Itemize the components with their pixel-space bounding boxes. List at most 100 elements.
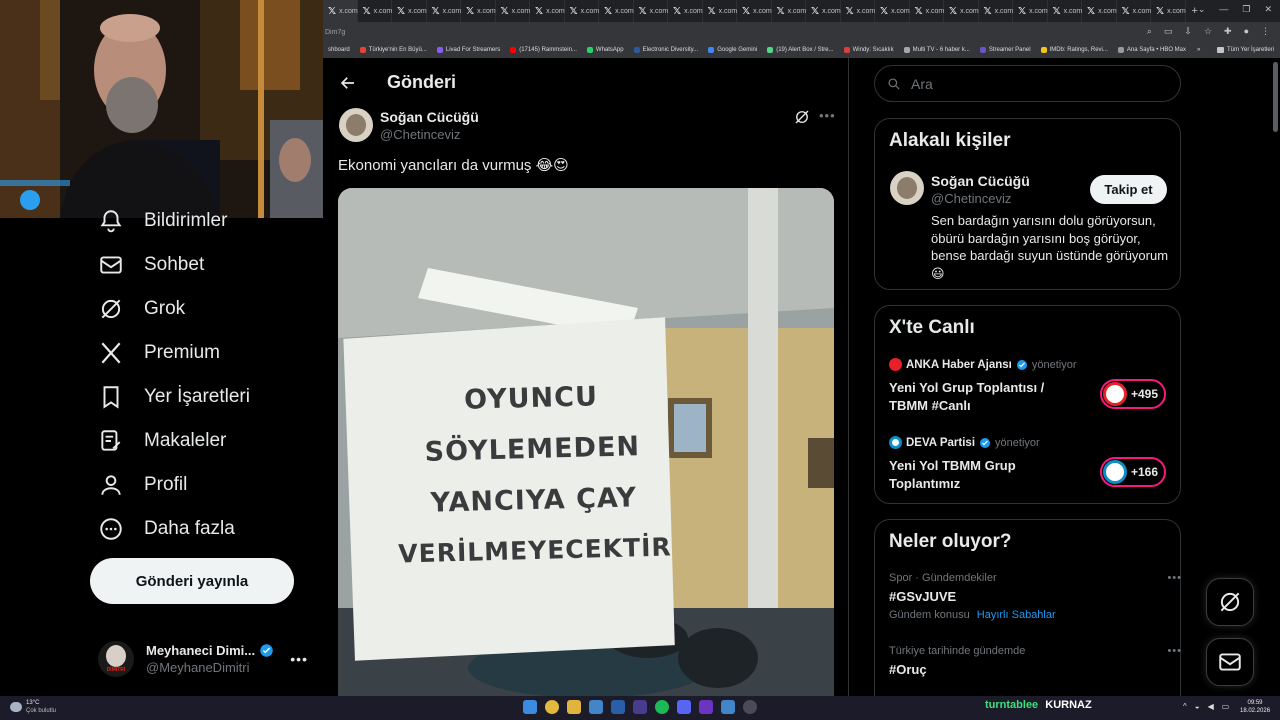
related-handle[interactable]: @Chetinceviz — [931, 191, 1011, 206]
browser-tab[interactable]: 𝕏x.com — [358, 0, 392, 22]
battery-icon[interactable]: ▭ — [1222, 702, 1230, 711]
bookmark-item[interactable]: Ana Sayfa • HBO Max — [1113, 47, 1191, 53]
start-icon[interactable] — [523, 700, 537, 714]
browser-tab[interactable]: 𝕏x.com — [1151, 0, 1186, 22]
browser-tab[interactable]: 𝕏x.com — [979, 0, 1013, 22]
related-name[interactable]: Soğan Cücüğü — [931, 173, 1030, 189]
cast-icon[interactable]: ▭ — [1164, 26, 1173, 37]
bookmark-item[interactable]: (19) Alert Box / Stre... — [762, 47, 838, 53]
browser-tab[interactable]: 𝕏x.com — [599, 0, 634, 22]
tray-chevron-icon[interactable]: ^ — [1183, 702, 1187, 711]
clock[interactable]: 09:59 18.02.2026 — [1240, 699, 1270, 715]
follow-button[interactable]: Takip et — [1090, 175, 1167, 204]
weather-widget[interactable]: 13°C Çok bulutlu — [10, 699, 56, 715]
browser-tab[interactable]: 𝕏x.com — [392, 0, 427, 22]
trend-item[interactable]: Spor · Gündemdekiler #GSvJUVE Gündem kon… — [889, 572, 1181, 621]
bookmark-item[interactable]: Livad For Streamers — [432, 47, 505, 53]
obs-icon[interactable] — [743, 700, 757, 714]
search-input[interactable]: Ara — [911, 76, 933, 92]
trend-more-icon[interactable]: ••• — [1167, 572, 1182, 584]
system-tray[interactable]: ^ ◒ ◀ ▭ — [1183, 702, 1229, 711]
extensions-icon[interactable]: ✚ — [1224, 26, 1232, 37]
post-button[interactable]: Gönderi yayınla — [90, 558, 294, 604]
browser-tab[interactable]: 𝕏x.com — [737, 0, 772, 22]
url-text[interactable]: Dim7g — [325, 29, 345, 36]
browser-tab[interactable]: 𝕏x.com — [323, 0, 358, 22]
spotify-icon[interactable] — [655, 700, 669, 714]
browser-tab[interactable]: 𝕏x.com — [910, 0, 944, 22]
live-item[interactable]: ANKA Haber Ajansı yönetiyor Yeni Yol Gru… — [889, 358, 1169, 415]
browser-tab[interactable]: 𝕏x.com — [461, 0, 496, 22]
browser-tab[interactable]: 𝕏x.com — [841, 0, 875, 22]
app-icon[interactable] — [633, 700, 647, 714]
zoom-icon[interactable]: ⌕ — [1147, 26, 1152, 37]
bookmark-item[interactable]: Türkiye'nin En Büyü... — [355, 47, 432, 53]
nav-bookmarks[interactable]: Yer İşaretleri — [98, 380, 250, 414]
nav-chat[interactable]: Sohbet — [98, 248, 204, 282]
menu-icon[interactable]: ⋮ — [1261, 26, 1270, 37]
post-image[interactable]: OYUNCU SÖYLEMEDEN YANCIYA ÇAY VERİLMEYEC… — [338, 188, 834, 696]
restore-icon[interactable]: ❐ — [1242, 4, 1250, 15]
live-listeners[interactable]: +495 — [1100, 379, 1166, 409]
network-icon[interactable]: ◒ — [1195, 702, 1200, 711]
bookmark-item[interactable]: Google Gemini — [703, 47, 762, 53]
nav-premium[interactable]: Premium — [98, 336, 220, 370]
profile-icon[interactable]: ● — [1244, 26, 1249, 37]
bookmarks-overflow[interactable]: » — [1191, 47, 1206, 53]
browser-tab[interactable]: 𝕏x.com — [806, 0, 841, 22]
browser-tab[interactable]: 𝕏x.com — [496, 0, 530, 22]
back-arrow-icon[interactable] — [339, 74, 357, 97]
bookmark-item[interactable]: Electronic Diversity... — [629, 47, 704, 53]
discord-icon[interactable] — [677, 700, 691, 714]
bookmark-item[interactable]: (17145) Rammstein... — [505, 47, 582, 53]
browser-tab[interactable]: 𝕏x.com — [530, 0, 565, 22]
browser-tab[interactable]: 𝕏x.com — [1082, 0, 1117, 22]
window-controls[interactable]: ⌄ — ❐ ✕ — [1198, 4, 1272, 15]
browser-tab[interactable]: 𝕏x.com — [944, 0, 979, 22]
minimize-icon[interactable]: — — [1219, 4, 1228, 15]
address-bar[interactable]: Dim7g ⌕ ▭ ⇩ ☆ ✚ ● ⋮ — [323, 22, 1280, 42]
post-author-name[interactable]: Soğan Cücüğü — [380, 109, 479, 125]
nav-grok[interactable]: Grok — [98, 292, 185, 326]
live-item[interactable]: DEVA Partisi yönetiyor Yeni Yol TBMM Gru… — [889, 436, 1169, 493]
bookmark-item[interactable]: WhatsApp — [582, 47, 629, 53]
nav-profile[interactable]: Profil — [98, 468, 187, 502]
app-icon[interactable] — [589, 700, 603, 714]
bookmark-item[interactable]: IMDb: Ratings, Revi... — [1036, 47, 1113, 53]
all-bookmarks[interactable]: Tüm Yer İşaretleri — [1216, 47, 1280, 53]
grok-explain-icon[interactable] — [793, 108, 811, 131]
bookmark-item[interactable]: shboard — [323, 47, 355, 53]
trend-item[interactable]: Türkiye tarihinde gündemde #Oruç ••• — [889, 645, 1181, 677]
browser-tab[interactable]: 𝕏x.com — [1048, 0, 1082, 22]
browser-tab[interactable]: 𝕏x.com — [1013, 0, 1048, 22]
account-more-icon[interactable]: ••• — [290, 651, 308, 667]
messages-float-button[interactable] — [1206, 638, 1254, 686]
browser-tab[interactable]: 𝕏x.com — [772, 0, 806, 22]
post-more-icon[interactable]: ••• — [819, 108, 836, 123]
bookmark-item[interactable]: Windy: Sıcaklık — [839, 47, 899, 53]
search-box[interactable]: Ara — [874, 65, 1181, 102]
tab-search-icon[interactable]: ⌄ — [1198, 4, 1206, 15]
chrome-icon[interactable] — [545, 700, 559, 714]
app-icon[interactable] — [699, 700, 713, 714]
volume-icon[interactable]: ◀ — [1208, 702, 1214, 711]
bookmark-item[interactable]: Multi TV - 6 haber k... — [899, 47, 975, 53]
nav-articles[interactable]: Makaleler — [98, 424, 226, 458]
scrollbar-thumb[interactable] — [1273, 62, 1278, 132]
browser-tab[interactable]: 𝕏x.com — [427, 0, 461, 22]
folder-icon[interactable] — [567, 700, 581, 714]
browser-tab[interactable]: 𝕏x.com — [668, 0, 703, 22]
nav-notifications[interactable]: Bildirimler — [98, 204, 227, 238]
browser-tab[interactable]: 𝕏x.com — [703, 0, 737, 22]
nav-more[interactable]: Daha fazla — [98, 512, 235, 546]
bookmark-item[interactable]: Streamer Panel — [975, 47, 1036, 53]
account-switcher[interactable]: DİMİTRİ Meyhaneci Dimi... @MeyhaneDimitr… — [98, 634, 308, 684]
post-author-handle[interactable]: @Chetinceviz — [380, 127, 460, 142]
bookmark-star-icon[interactable]: ☆ — [1204, 26, 1212, 37]
browser-tab[interactable]: 𝕏x.com — [634, 0, 668, 22]
browser-tab[interactable]: 𝕏x.com — [565, 0, 599, 22]
trend-more-icon[interactable]: ••• — [1167, 645, 1182, 657]
close-window-icon[interactable]: ✕ — [1264, 4, 1272, 15]
related-avatar[interactable] — [890, 171, 924, 205]
download-icon[interactable]: ⇩ — [1184, 26, 1192, 37]
